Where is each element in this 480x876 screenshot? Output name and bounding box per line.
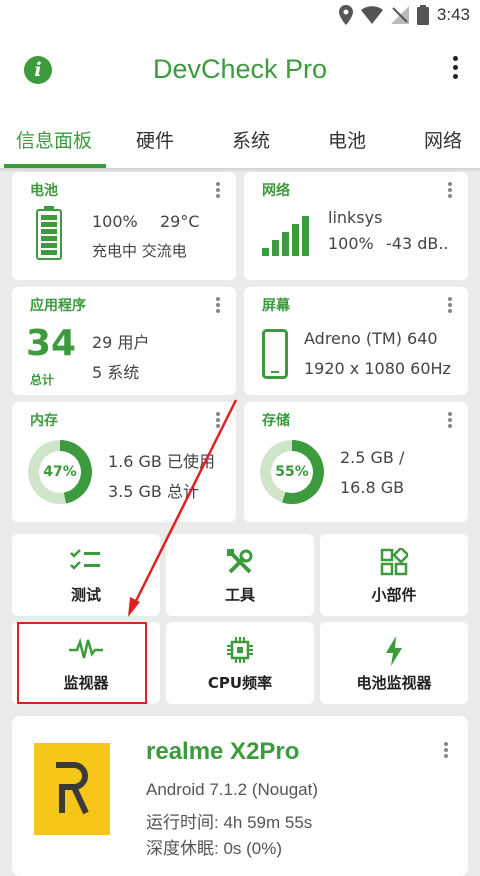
realme-r-logo [56,762,89,815]
device-card[interactable]: realme X2Pro Android 7.1.2 (Nougat) 运行时间… [12,716,468,876]
device-android-version: Android 7.1.2 (Nougat) [146,780,318,799]
realme-logo [34,743,110,835]
device-name: realme X2Pro [146,738,300,765]
card-menu-icon[interactable] [444,742,448,758]
device-uptime: 运行时间: 4h 59m 55s [146,813,313,832]
device-deep-sleep: 深度休眠: 0s (0%) [146,839,283,858]
